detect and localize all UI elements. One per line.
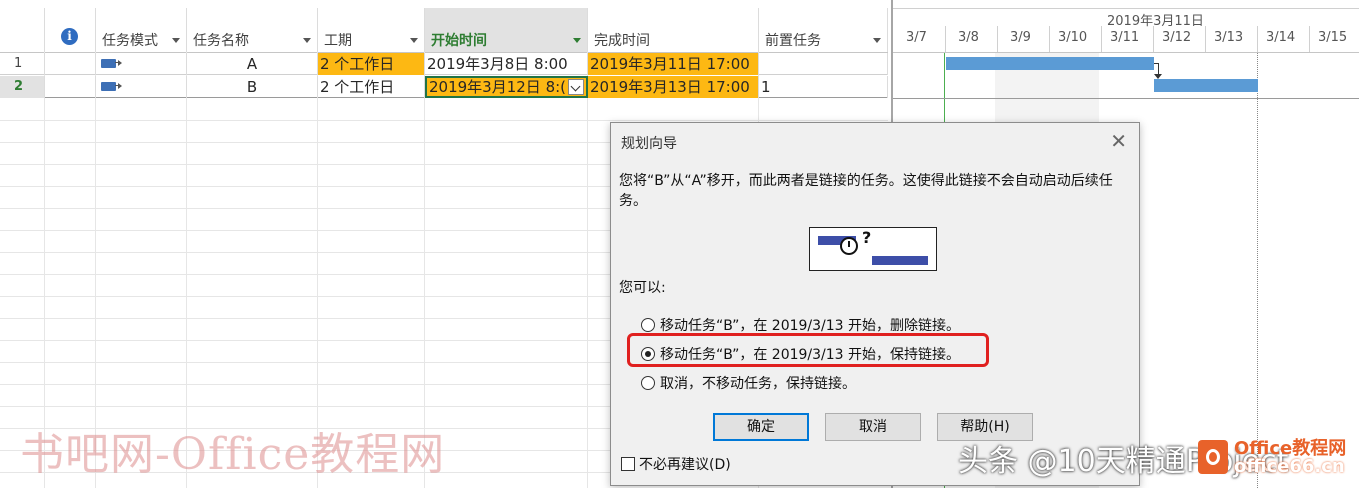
column-predecessors[interactable]: 前置任务 — [759, 8, 888, 52]
duration-cell[interactable]: 2 个工作日 — [318, 76, 425, 98]
date-picker-button[interactable] — [568, 79, 584, 95]
column-start[interactable]: 开始时间 — [425, 8, 588, 52]
indicator-cell — [45, 76, 96, 98]
task-name-cell[interactable]: A — [187, 53, 318, 75]
task-mode-cell[interactable] — [96, 76, 187, 98]
day-tick: 3/12 — [1162, 30, 1192, 45]
radio-button[interactable] — [641, 376, 655, 390]
close-icon[interactable]: ✕ — [1110, 129, 1127, 153]
day-tick: 3/15 — [1318, 30, 1348, 45]
start-cell[interactable]: 2019年3月8日 8:00 — [425, 53, 588, 75]
info-icon: i — [61, 28, 78, 45]
option-label: 移动任务“B”，在 2019/3/13 开始，删除链接。 — [660, 318, 961, 334]
dropdown-arrow-icon[interactable] — [410, 38, 418, 43]
column-label: 任务名称 — [193, 33, 249, 49]
options-prompt: 您可以: — [619, 280, 666, 296]
task-bar-a[interactable] — [946, 57, 1154, 70]
auto-schedule-icon — [101, 59, 122, 68]
dropdown-arrow-icon[interactable] — [303, 38, 311, 43]
column-label: 任务模式 — [102, 33, 158, 49]
timescale-bottom-line — [893, 52, 1359, 53]
office-logo-icon — [1198, 440, 1228, 474]
dialog-message: 您将“B”从“A”移开，而此两者是链接的任务。这使得此链接不会自动启动后续任务。 — [619, 173, 1113, 209]
cancel-button[interactable]: 取消 — [825, 413, 921, 441]
column-header-row: i 任务模式 任务名称 工期 开始时间 完成时间 前置任务 — [0, 0, 888, 53]
task-bar-b[interactable] — [1154, 79, 1258, 92]
table-row[interactable]: 2 B 2 个工作日 2019年3月12日 8:( 2019年3月13日 17:… — [0, 76, 888, 98]
row-number[interactable]: 1 — [0, 53, 45, 75]
radio-button[interactable] — [641, 318, 655, 332]
dropdown-arrow-icon[interactable] — [172, 38, 180, 43]
column-label: 开始时间 — [431, 33, 487, 49]
option-move-delete-link[interactable]: 移动任务“B”，在 2019/3/13 开始，删除链接。 — [641, 315, 960, 335]
checkbox-label: 不必再建议(D) — [639, 457, 731, 473]
dialog-title: 规划向导 — [621, 136, 677, 152]
task-name-cell[interactable]: B — [187, 76, 318, 98]
finish-cell[interactable]: 2019年3月13日 17:00 — [588, 76, 759, 98]
dropdown-arrow-icon[interactable] — [873, 38, 881, 43]
week-label: 2019年3月11日 — [1107, 14, 1204, 29]
auto-schedule-icon — [101, 82, 122, 91]
row-number[interactable]: 2 — [0, 76, 45, 98]
day-tick: 3/10 — [1058, 30, 1088, 45]
column-duration[interactable]: 工期 — [318, 8, 425, 52]
checkbox[interactable] — [621, 457, 635, 471]
planning-wizard-dialog: 规划向导 ✕ 您将“B”从“A”移开，而此两者是链接的任务。这使得此链接不会自动… — [610, 122, 1140, 486]
watermark-logo-text: Office教程网 office66.cn — [1234, 440, 1346, 476]
column-task-mode[interactable]: 任务模式 — [96, 8, 187, 52]
highlight-callout — [627, 333, 989, 367]
indicator-cell — [45, 53, 96, 75]
ok-button[interactable]: 确定 — [713, 413, 809, 441]
column-label: 前置任务 — [765, 33, 821, 49]
dont-suggest-again-checkbox[interactable]: 不必再建议(D) — [621, 454, 731, 474]
watermark-left: 书吧网-Office教程网 — [20, 429, 446, 480]
start-cell-editing[interactable]: 2019年3月12日 8:( — [425, 76, 588, 98]
logo-line2: office66.cn — [1234, 456, 1345, 477]
task-mode-cell[interactable] — [96, 53, 187, 75]
link-warning-illustration: ? — [809, 227, 937, 271]
day-tick: 3/8 — [958, 30, 979, 45]
predecessor-cell[interactable] — [759, 53, 888, 75]
row-selector-header[interactable] — [0, 8, 45, 52]
clock-icon — [840, 237, 858, 255]
day-tick: 3/7 — [906, 30, 927, 45]
table-row[interactable]: 1 A 2 个工作日 2019年3月8日 8:00 2019年3月11日 17:… — [0, 53, 888, 75]
day-tick: 3/11 — [1110, 30, 1140, 45]
day-tick: 3/14 — [1266, 30, 1296, 45]
duration-cell[interactable]: 2 个工作日 — [318, 53, 425, 75]
chevron-down-icon — [570, 81, 581, 92]
day-tick: 3/13 — [1214, 30, 1244, 45]
finish-cell[interactable]: 2019年3月11日 17:00 — [588, 53, 759, 75]
column-finish[interactable]: 完成时间 — [588, 8, 759, 52]
predecessor-cell[interactable]: 1 — [759, 76, 888, 98]
question-mark-icon: ? — [862, 228, 872, 247]
column-label: 完成时间 — [594, 33, 650, 49]
column-task-name[interactable]: 任务名称 — [187, 8, 318, 52]
start-cell-value: 2019年3月12日 8:( — [429, 78, 567, 96]
progress-line — [1257, 53, 1258, 488]
column-label: 工期 — [324, 33, 352, 49]
option-label: 取消，不移动任务，保持链接。 — [660, 376, 856, 392]
gantt-row-line — [893, 98, 1359, 99]
dropdown-arrow-icon[interactable] — [573, 38, 581, 43]
timescale-top-line — [893, 8, 1359, 9]
option-cancel-keep-link[interactable]: 取消，不移动任务，保持链接。 — [641, 373, 856, 393]
day-tick: 3/9 — [1010, 30, 1031, 45]
column-info[interactable]: i — [45, 8, 96, 52]
